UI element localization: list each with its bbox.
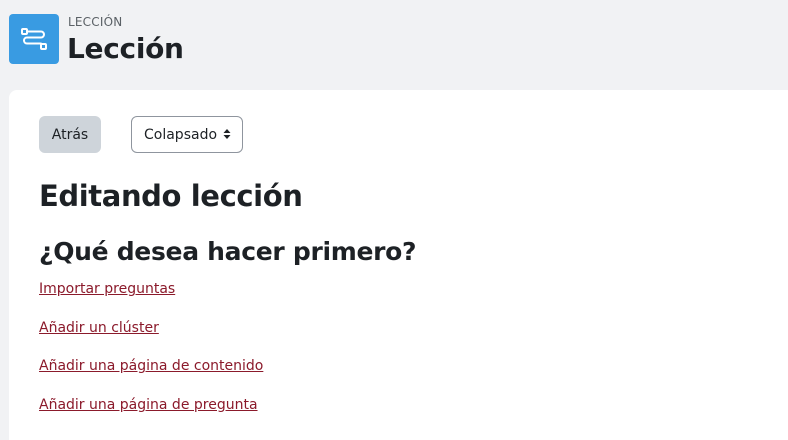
main-panel: Atrás Colapsado Editando lección ¿Qué de… (9, 90, 788, 440)
page-header: LECCIÓN Lección (0, 0, 788, 90)
header-kicker: LECCIÓN (68, 15, 123, 29)
add-cluster-link[interactable]: Añadir un clúster (39, 319, 159, 337)
page-heading: Editando lección (39, 179, 303, 213)
lesson-icon (9, 14, 59, 64)
view-mode-select[interactable]: Colapsado (131, 116, 243, 153)
sort-caret-icon (223, 129, 231, 139)
add-content-page-link[interactable]: Añadir una página de contenido (39, 357, 263, 375)
back-button[interactable]: Atrás (39, 116, 101, 153)
import-questions-link[interactable]: Importar preguntas (39, 280, 175, 298)
page-title: Lección (67, 32, 184, 65)
view-mode-select-value: Colapsado (144, 126, 218, 143)
section-heading: ¿Qué desea hacer primero? (39, 237, 417, 266)
add-question-page-link[interactable]: Añadir una página de pregunta (39, 396, 258, 414)
